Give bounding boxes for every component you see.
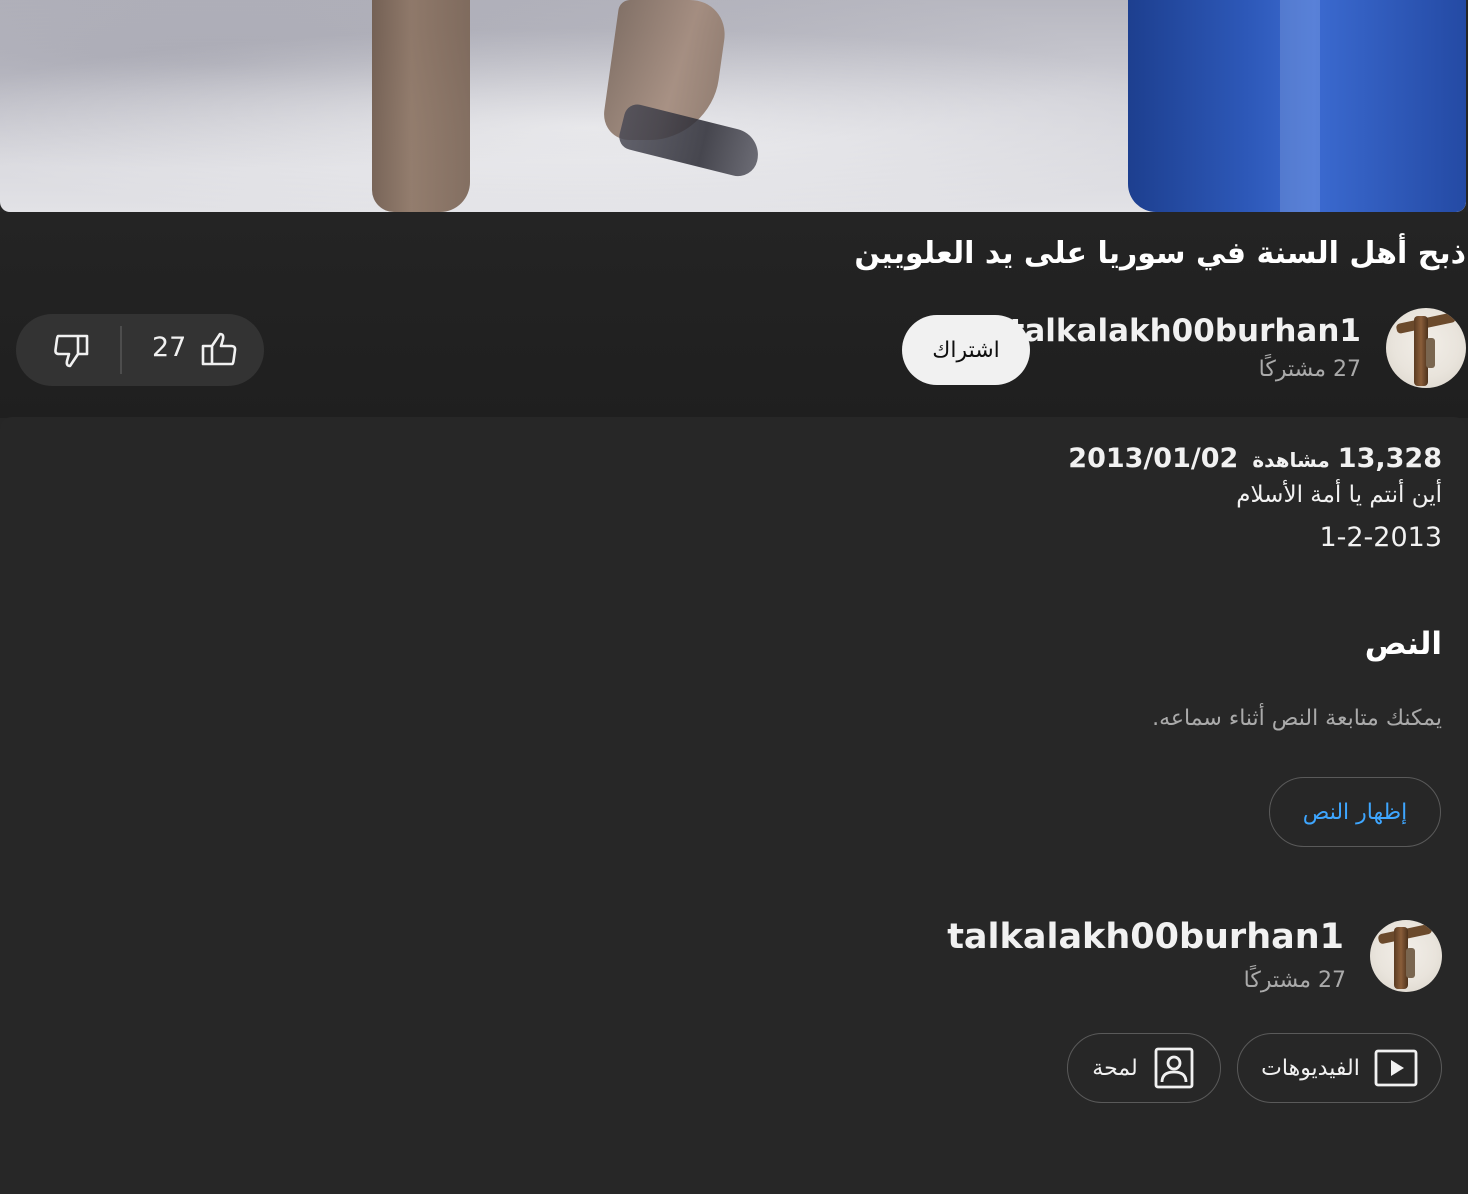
description-text: 1-2-2013	[1319, 522, 1442, 553]
like-dislike-pill: 27	[16, 314, 264, 386]
subscriber-count: 27 مشتركًا	[1243, 968, 1346, 993]
channel-avatar[interactable]	[1386, 308, 1466, 388]
upload-date: 2013/01/02	[1068, 443, 1239, 474]
channel-about-label: لمحة	[1092, 1055, 1138, 1081]
view-count-label: مشاهدة	[1252, 448, 1330, 472]
thumbs-up-icon	[201, 332, 237, 366]
channel-avatar[interactable]	[1370, 920, 1442, 992]
video-meta-row: 13,328 مشاهدة 2013/01/02	[1068, 443, 1442, 474]
avatar-image-part	[1426, 338, 1435, 368]
channel-about-button[interactable]: لمحة	[1067, 1033, 1221, 1103]
description-text: أين أنتم يا أمة الأسلام	[1236, 482, 1442, 508]
watch-page: ذبح أهل السنة في سوريا على يد العلويين t…	[0, 0, 1468, 1194]
like-button[interactable]: 27	[122, 314, 264, 386]
thumbs-down-icon	[54, 334, 89, 368]
channel-name[interactable]: talkalakh00burhan1	[947, 917, 1344, 957]
dislike-button[interactable]	[16, 314, 120, 386]
channel-videos-label: الفيديوهات	[1261, 1055, 1360, 1081]
video-frame-figure	[372, 0, 470, 212]
transcript-description: يمكنك متابعة النص أثناء سماعه.	[1152, 706, 1442, 731]
subscriber-count: 27 مشتركًا	[1258, 357, 1361, 382]
channel-name[interactable]: talkalakh00burhan1	[1010, 313, 1361, 349]
video-player[interactable]	[0, 0, 1466, 212]
avatar-image-part	[1406, 948, 1415, 978]
video-title: ذبح أهل السنة في سوريا على يد العلويين	[854, 236, 1466, 271]
show-transcript-button[interactable]: إظهار النص	[1269, 777, 1441, 847]
transcript-heading: النص	[1364, 626, 1442, 662]
person-box-icon	[1154, 1047, 1194, 1089]
view-count-number: 13,328	[1337, 443, 1442, 474]
channel-videos-button[interactable]: الفيديوهات	[1237, 1033, 1442, 1103]
play-box-icon	[1374, 1049, 1418, 1087]
like-count: 27	[152, 332, 187, 363]
subscribe-button[interactable]: اشتراك	[902, 315, 1030, 385]
video-frame-highlight	[1280, 0, 1320, 212]
view-count: 13,328 مشاهدة	[1252, 443, 1442, 474]
